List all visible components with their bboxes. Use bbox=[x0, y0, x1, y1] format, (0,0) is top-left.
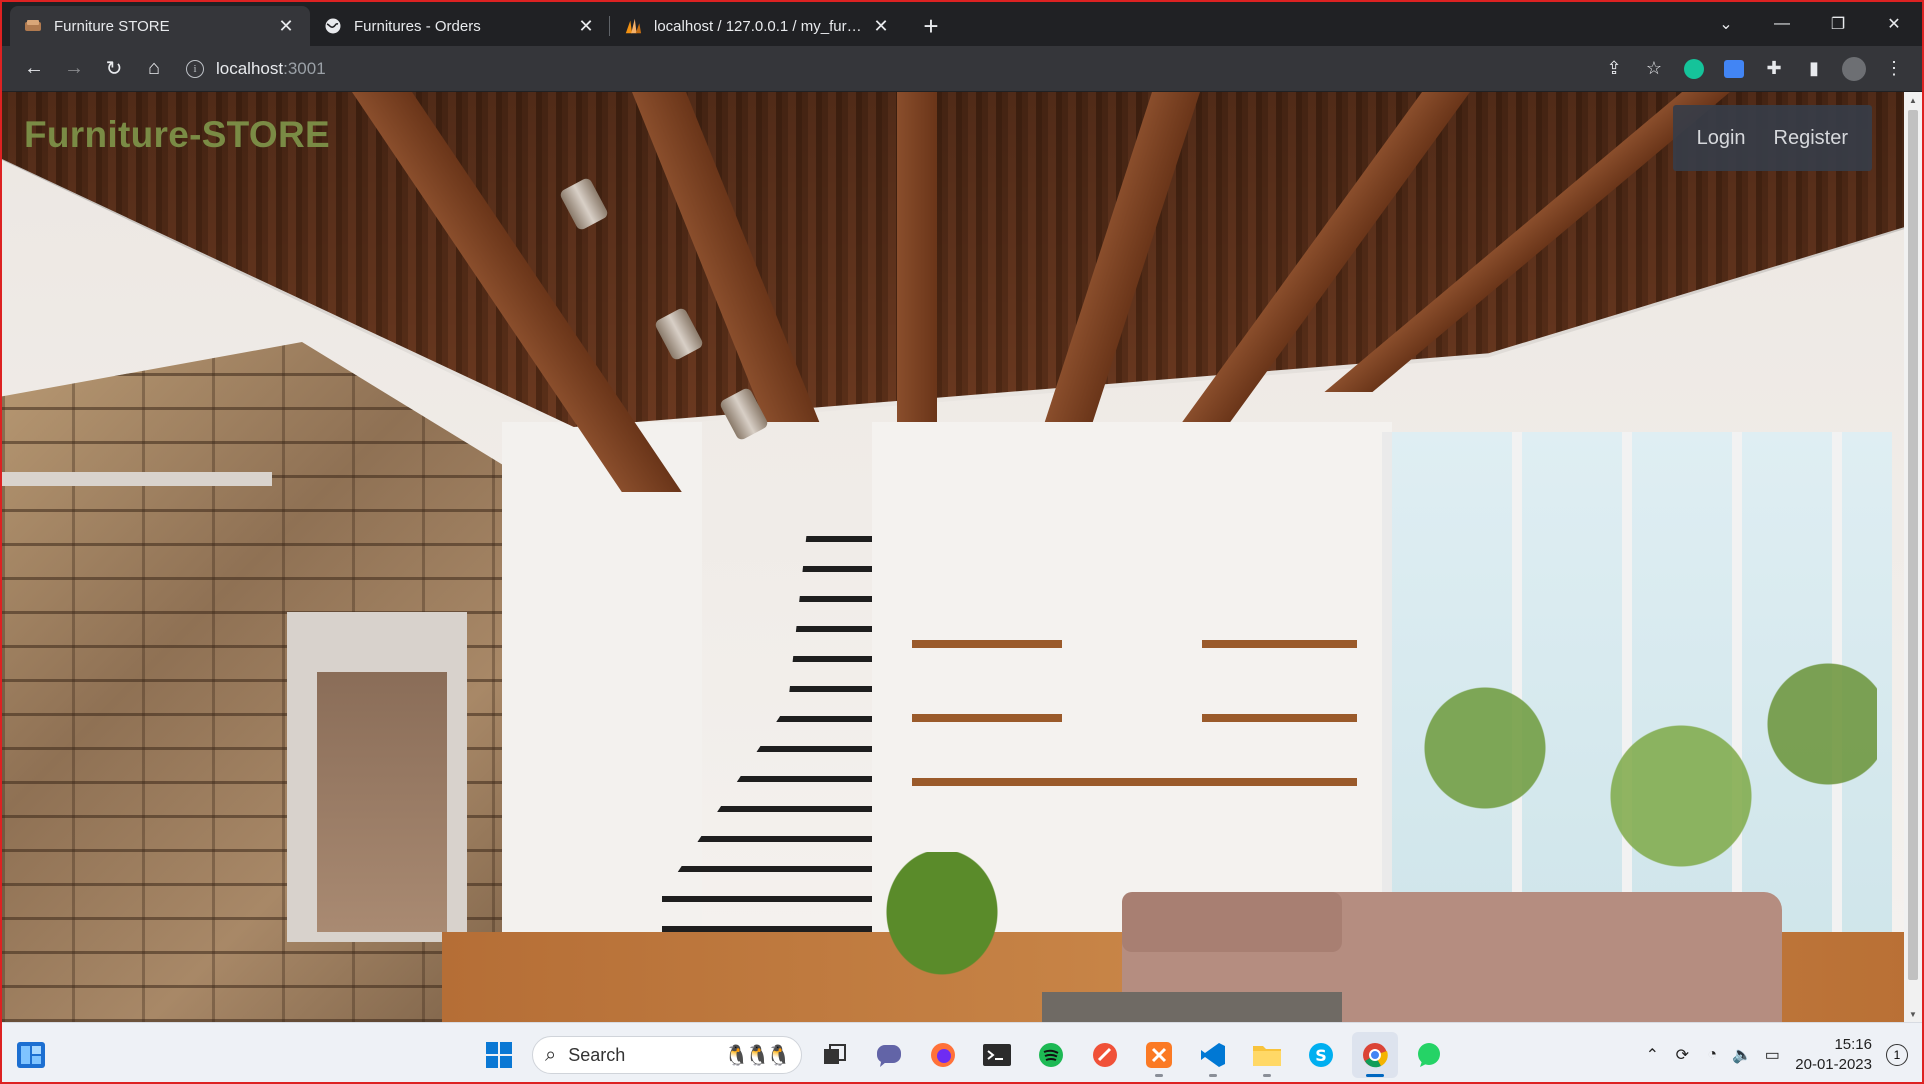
tab-search-chevron-icon[interactable]: ⌄ bbox=[1698, 4, 1754, 44]
sync-icon[interactable]: ⟳ bbox=[1667, 1040, 1697, 1070]
search-icon: ⌕ bbox=[545, 1043, 557, 1066]
hero-background-image bbox=[2, 92, 1908, 1022]
tab-furnitures-orders[interactable]: Furnitures - Orders ✕ bbox=[310, 6, 610, 46]
swift-icon[interactable] bbox=[1082, 1032, 1128, 1078]
teams-chat-icon[interactable] bbox=[866, 1032, 912, 1078]
phpmyadmin-icon bbox=[624, 17, 642, 35]
close-window-icon[interactable]: ✕ bbox=[1866, 4, 1922, 44]
share-icon[interactable]: ⇪ bbox=[1594, 49, 1634, 89]
url-port: :3001 bbox=[283, 58, 326, 78]
window-controls: ⌄ — ❐ ✕ bbox=[1698, 2, 1922, 46]
scroll-down-arrow-icon[interactable]: ▼ bbox=[1904, 1006, 1922, 1022]
furniture-favicon-icon bbox=[24, 17, 42, 35]
battery-icon[interactable]: ▭ bbox=[1757, 1040, 1787, 1070]
notification-badge[interactable]: 1 bbox=[1886, 1044, 1908, 1066]
reload-icon[interactable]: ↻ bbox=[94, 49, 134, 89]
vscode-icon[interactable] bbox=[1190, 1032, 1236, 1078]
tab-phpmyadmin[interactable]: localhost / 127.0.0.1 / my_furnitu ✕ bbox=[610, 6, 905, 46]
firefox-icon[interactable] bbox=[920, 1032, 966, 1078]
clock-time: 15:16 bbox=[1834, 1036, 1872, 1053]
tab-title: Furnitures - Orders bbox=[354, 17, 481, 35]
register-link[interactable]: Register bbox=[1760, 127, 1862, 150]
widgets-icon[interactable] bbox=[16, 1041, 46, 1069]
close-tab-icon[interactable]: ✕ bbox=[871, 16, 891, 36]
tab-title: localhost / 127.0.0.1 / my_furnitu bbox=[654, 17, 863, 35]
globe-icon bbox=[324, 17, 342, 35]
profile-avatar[interactable] bbox=[1834, 49, 1874, 89]
taskbar-search-box[interactable]: ⌕ Search 🐧🐧🐧 bbox=[532, 1036, 802, 1074]
url-host: localhost bbox=[216, 58, 284, 78]
start-icon[interactable] bbox=[476, 1032, 522, 1078]
side-panel-icon[interactable]: ▮ bbox=[1794, 49, 1834, 89]
extensions-puzzle-icon[interactable]: ✚ bbox=[1754, 49, 1794, 89]
browser-tabstrip: Furniture STORE ✕ Furnitures - Orders ✕ … bbox=[2, 2, 1922, 46]
scroll-up-arrow-icon[interactable]: ▲ bbox=[1904, 92, 1922, 108]
address-bar[interactable]: i localhost:3001 bbox=[182, 51, 1594, 87]
system-tray: ⌃ ⟳ ◔ 🔈 ▭ 15:16 20-01-2023 1 bbox=[1637, 1031, 1908, 1079]
whatsapp-icon[interactable] bbox=[1406, 1032, 1452, 1078]
back-icon[interactable]: ← bbox=[14, 49, 54, 89]
toolbar-actions: ⇪ ☆ ✚ ▮ ⋮ bbox=[1594, 49, 1914, 89]
restore-icon[interactable]: ❐ bbox=[1810, 4, 1866, 44]
tab-title: Furniture STORE bbox=[54, 17, 170, 35]
menu-kebab-icon[interactable]: ⋮ bbox=[1874, 49, 1914, 89]
terminal-icon[interactable] bbox=[974, 1032, 1020, 1078]
close-tab-icon[interactable]: ✕ bbox=[276, 16, 296, 36]
login-link[interactable]: Login bbox=[1683, 127, 1760, 150]
spotify-icon[interactable] bbox=[1028, 1032, 1074, 1078]
taskbar-clock[interactable]: 15:16 20-01-2023 bbox=[1795, 1035, 1872, 1075]
skype-icon[interactable]: S bbox=[1298, 1032, 1344, 1078]
translate-icon[interactable] bbox=[1714, 49, 1754, 89]
site-info-icon[interactable]: i bbox=[186, 59, 204, 78]
grammarly-icon[interactable] bbox=[1674, 49, 1714, 89]
close-tab-icon[interactable]: ✕ bbox=[576, 16, 596, 36]
xampp-icon[interactable] bbox=[1136, 1032, 1182, 1078]
new-tab-button[interactable]: + bbox=[913, 6, 949, 46]
chrome-icon[interactable] bbox=[1352, 1032, 1398, 1078]
chevron-up-icon[interactable]: ⌃ bbox=[1637, 1040, 1667, 1070]
scrollbar-thumb[interactable] bbox=[1908, 110, 1918, 980]
svg-text:S: S bbox=[1315, 1046, 1327, 1065]
clock-date: 20-01-2023 bbox=[1795, 1056, 1872, 1073]
volume-icon[interactable]: 🔈 bbox=[1727, 1040, 1757, 1070]
brand-logo-text[interactable]: Furniture-STORE bbox=[24, 114, 330, 156]
minimize-icon[interactable]: — bbox=[1754, 4, 1810, 44]
search-highlight-penguins-icon: 🐧🐧🐧 bbox=[724, 1045, 791, 1067]
browser-toolbar: ← → ↻ ⌂ i localhost:3001 ⇪ ☆ ✚ ▮ ⋮ bbox=[2, 46, 1922, 92]
page-viewport: Furniture-STORE Login Register bbox=[2, 92, 1908, 1022]
forward-icon[interactable]: → bbox=[54, 49, 94, 89]
page-scrollbar[interactable]: ▲ ▼ bbox=[1904, 92, 1922, 1022]
task-view-icon[interactable] bbox=[812, 1032, 858, 1078]
screen: Furniture STORE ✕ Furnitures - Orders ✕ … bbox=[0, 0, 1924, 1084]
file-explorer-icon[interactable] bbox=[1244, 1032, 1290, 1078]
tab-furniture-store[interactable]: Furniture STORE ✕ bbox=[10, 6, 310, 46]
search-placeholder: Search bbox=[568, 1044, 626, 1065]
home-icon[interactable]: ⌂ bbox=[134, 49, 174, 89]
bookmark-star-icon[interactable]: ☆ bbox=[1634, 49, 1674, 89]
taskbar-apps: ⌕ Search 🐧🐧🐧 S bbox=[472, 1031, 1456, 1079]
auth-nav: Login Register bbox=[1672, 105, 1872, 171]
windows-taskbar: ⌕ Search 🐧🐧🐧 S ⌃ ⟳ ◔ 🔈 ▭ 15:16 20-01-202… bbox=[2, 1022, 1922, 1082]
wifi-icon[interactable]: ◔ bbox=[1697, 1040, 1727, 1070]
